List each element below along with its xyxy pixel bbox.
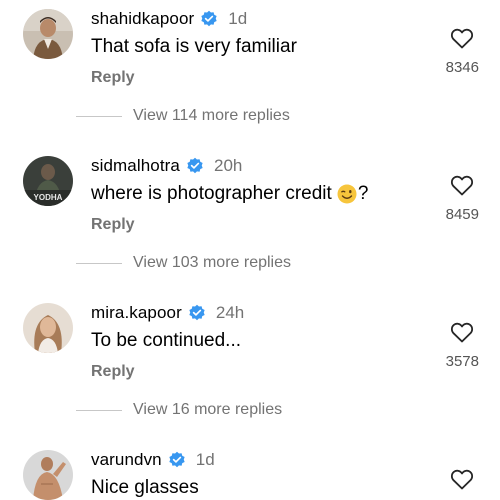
username[interactable]: varundvn	[91, 450, 162, 470]
avatar[interactable]: YODHA	[23, 156, 73, 206]
heart-outline-icon[interactable]	[450, 174, 474, 196]
avatar-photo-icon: YODHA	[23, 156, 73, 206]
reply-button[interactable]: Reply	[91, 69, 135, 87]
timestamp: 1d	[228, 9, 248, 28]
comment-text: To be continued...	[91, 330, 241, 351]
comment-header: mira.kapoor 24h	[91, 301, 244, 325]
replies-divider-line	[76, 263, 122, 264]
reply-button[interactable]: Reply	[91, 216, 135, 234]
like-count: 8346	[445, 59, 479, 76]
comment-item: mira.kapoor 24h To be continued... Reply…	[0, 294, 500, 441]
timestamp: 1d	[195, 450, 215, 469]
winking-face-emoji-icon	[337, 184, 357, 204]
avatar[interactable]	[23, 303, 73, 353]
replies-divider-line	[76, 116, 122, 117]
heart-outline-icon[interactable]	[450, 321, 474, 343]
like-count: 8459	[445, 206, 479, 223]
heart-outline-icon[interactable]	[450, 27, 474, 49]
view-more-replies-button[interactable]: View 114 more replies	[133, 107, 290, 125]
comment-text-end: ?	[357, 183, 369, 204]
replies-divider-line	[76, 410, 122, 411]
comment-header: shahidkapoor 1d	[91, 7, 247, 31]
reply-button[interactable]: Reply	[91, 363, 135, 381]
view-more-replies-button[interactable]: View 103 more replies	[133, 254, 291, 272]
avatar-photo-icon	[23, 9, 73, 59]
comment-text-main: where is photographer credit	[91, 183, 332, 204]
comment-header: varundvn 1d	[91, 448, 215, 472]
avatar-caption: YODHA	[34, 193, 63, 202]
verified-badge-icon	[169, 451, 185, 468]
like-count: 3578	[445, 353, 479, 370]
comment-item: shahidkapoor 1d That sofa is very famili…	[0, 0, 500, 147]
view-more-replies-button[interactable]: View 16 more replies	[133, 401, 282, 419]
avatar-photo-icon	[23, 303, 73, 353]
avatar-photo-icon	[23, 450, 73, 500]
avatar[interactable]	[23, 450, 73, 500]
comment-item: varundvn 1d Nice glasses	[0, 441, 500, 500]
comment-text: Nice glasses	[91, 477, 199, 498]
comment-header: sidmalhotra 20h	[91, 154, 242, 178]
timestamp: 20h	[213, 156, 243, 175]
comment-text: where is photographer credit ?	[91, 183, 368, 205]
verified-badge-icon	[189, 304, 205, 321]
comment-text: That sofa is very familiar	[91, 36, 297, 57]
username[interactable]: mira.kapoor	[91, 303, 182, 323]
username[interactable]: sidmalhotra	[91, 156, 180, 176]
avatar[interactable]	[23, 9, 73, 59]
verified-badge-icon	[201, 10, 217, 27]
heart-outline-icon[interactable]	[450, 468, 474, 490]
username[interactable]: shahidkapoor	[91, 9, 194, 29]
timestamp: 24h	[215, 303, 245, 322]
verified-badge-icon	[187, 157, 203, 174]
comment-item: YODHA sidmalhotra 20h where is photograp…	[0, 147, 500, 294]
